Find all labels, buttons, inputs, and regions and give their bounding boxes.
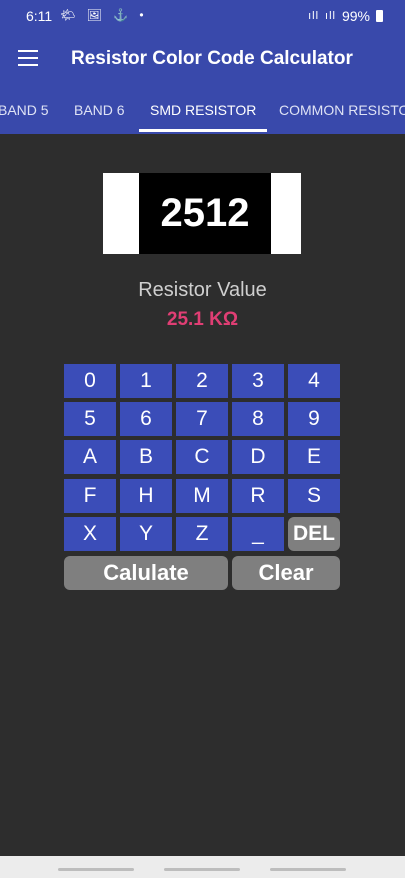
key-6[interactable]: 6 [120, 402, 172, 436]
key-m[interactable]: M [176, 479, 228, 513]
key-a[interactable]: A [64, 440, 116, 474]
status-right: ıll ıll 99% [308, 8, 383, 24]
battery-percent: 99% [341, 8, 370, 24]
status-time: 6:11 [26, 8, 53, 24]
key-3[interactable]: 3 [232, 364, 284, 398]
resistor-value-label: Resistor Value [138, 279, 267, 301]
calculate-button[interactable]: Calulate [64, 556, 228, 590]
battery-icon [376, 10, 383, 22]
tab-band-6[interactable]: BAND 6 [74, 102, 125, 118]
key-x[interactable]: X [64, 517, 116, 551]
tab-smd-resistor[interactable]: SMD RESISTOR [150, 102, 256, 118]
signal-icon: ıll [308, 10, 320, 22]
key-e[interactable]: E [288, 440, 340, 474]
hamburger-icon[interactable] [18, 50, 38, 66]
key-r[interactable]: R [232, 479, 284, 513]
key-9[interactable]: 9 [288, 402, 340, 436]
key-0[interactable]: 0 [64, 364, 116, 398]
key-s[interactable]: S [288, 479, 340, 513]
delete-button[interactable]: DEL [288, 517, 340, 551]
signal-icon-2: ıll [325, 10, 336, 22]
key-d[interactable]: D [232, 440, 284, 474]
key-z[interactable]: Z [176, 517, 228, 551]
tab-indicator [139, 129, 267, 132]
app-title: Resistor Color Code Calculator [71, 48, 353, 69]
clear-button[interactable]: Clear [232, 556, 340, 590]
nav-back[interactable] [270, 868, 346, 871]
key-7[interactable]: 7 [176, 402, 228, 436]
resistor-value: 25.1 KΩ [166, 309, 239, 330]
nav-home[interactable] [164, 868, 240, 871]
key-y[interactable]: Y [120, 517, 172, 551]
tab-band-5[interactable]: BAND 5 [0, 102, 49, 118]
key-4[interactable]: 4 [288, 364, 340, 398]
key-8[interactable]: 8 [232, 402, 284, 436]
system-nav-bar [0, 856, 405, 878]
smd-resistor-graphic: 2512 [103, 173, 301, 254]
key-b[interactable]: B [120, 440, 172, 474]
key-f[interactable]: F [64, 479, 116, 513]
notification-icons: 🌤 🖼 ⚓ • [60, 8, 148, 22]
key-1[interactable]: 1 [120, 364, 172, 398]
key-h[interactable]: H [120, 479, 172, 513]
app-bar: Resistor Color Code Calculator [0, 32, 405, 88]
key-2[interactable]: 2 [176, 364, 228, 398]
key-underscore[interactable]: _ [232, 517, 284, 551]
tab-common-resistor[interactable]: COMMON RESISTO [279, 102, 405, 118]
nav-recent[interactable] [58, 868, 134, 871]
key-5[interactable]: 5 [64, 402, 116, 436]
tab-bar: BAND 5 BAND 6 SMD RESISTOR COMMON RESIST… [0, 88, 405, 134]
resistor-code: 2512 [139, 173, 271, 254]
status-bar: 6:11 🌤 🖼 ⚓ • ıll ıll 99% [0, 0, 405, 32]
key-c[interactable]: C [176, 440, 228, 474]
